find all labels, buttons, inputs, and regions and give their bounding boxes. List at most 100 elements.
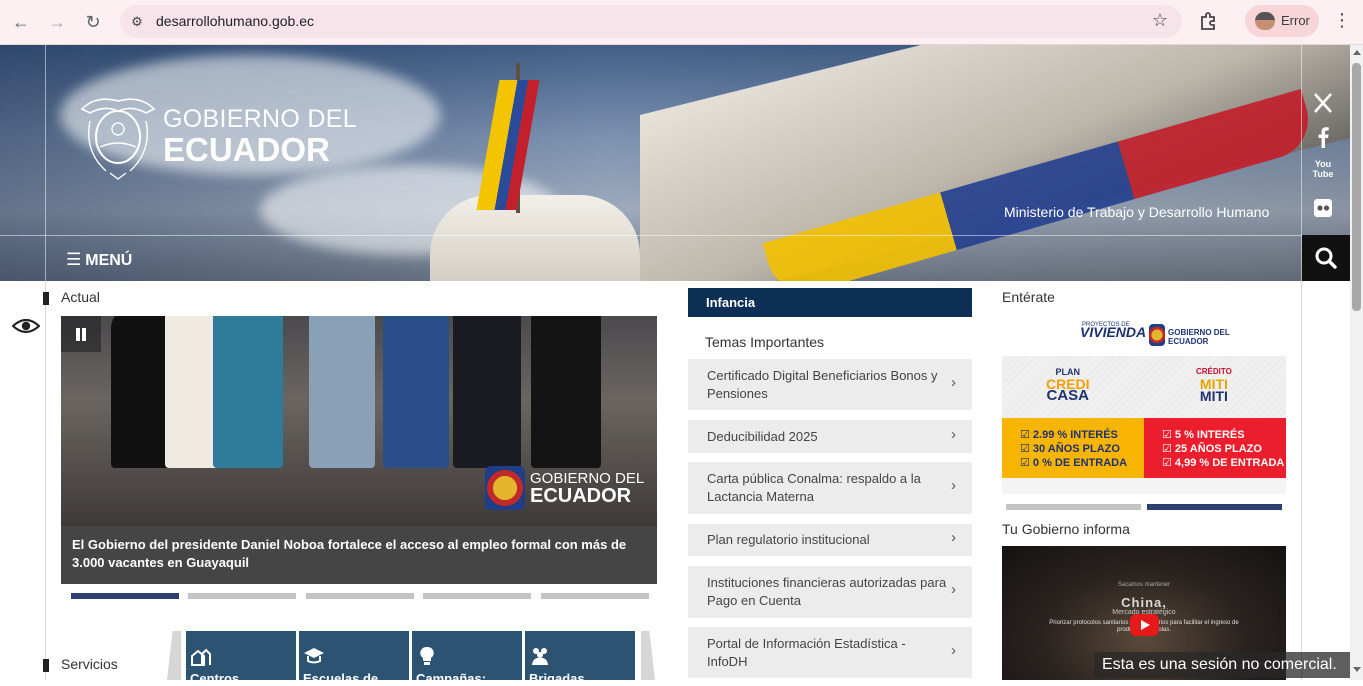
carousel-dot[interactable] [71,593,179,599]
services-next-arrow[interactable] [641,631,655,680]
photo-person [111,316,171,468]
plan-credicasa-logo: PLAN CREDI CASA [1046,366,1090,404]
avatar [1255,12,1275,30]
scroll-up-arrow-icon[interactable] [1353,50,1361,55]
term-line: ☑ 0 % DE ENTRADA [1020,457,1128,469]
service-centros[interactable]: Centros [186,631,296,686]
section-marker [43,292,49,305]
service-escuelas[interactable]: Escuelas de [299,631,409,686]
accessibility-eye-icon[interactable] [12,316,40,336]
topic-item[interactable]: Portal de Información Estadística - Info… [688,627,972,678]
carousel-dot[interactable] [188,593,296,599]
vivienda-banner[interactable]: PROYECTOS DE VIVIENDA GOBIERNO DEL ECUAD… [1002,318,1286,494]
service-label: Campañas: [416,671,487,686]
service-label: Brigadas [529,671,585,686]
banner-dot[interactable] [1147,504,1282,510]
url-text[interactable]: desarrollohumano.gob.ec [156,13,314,29]
chevron-right-icon: › [951,529,956,547]
site-header: GOBIERNO DEL ECUADOR Ministerio de Traba… [0,45,1350,281]
service-campanas[interactable]: Campañas: [412,631,522,686]
facebook-icon[interactable] [1310,125,1336,149]
banner-dot[interactable] [1006,504,1141,510]
flickr-icon[interactable] [1310,196,1336,220]
site-settings-icon[interactable]: ⚙ [128,13,146,31]
people-icon [532,648,548,665]
main-menu-button[interactable]: ☰ MENÚ [66,250,132,270]
slide-logo-bottom: ECUADOR [530,485,632,507]
page-scrollbar[interactable] [1350,45,1363,680]
video-top-text: Sacamos mantener [1117,582,1171,588]
topic-label: Instituciones financieras autorizadas pa… [707,575,947,608]
casa-word: CASA [1046,387,1090,404]
topic-label: Carta pública Conalma: respaldo a la Lac… [707,471,921,504]
browser-toolbar: ← → ↻ ⚙ desarrollohumano.gob.ec ☆ Error … [0,0,1363,45]
slide-seal-icon [485,466,525,510]
graduation-cap-icon [304,648,324,664]
tab-infancia[interactable]: Infancia [688,288,972,317]
carousel-dot[interactable] [541,593,649,599]
services-carousel: Centros Escuelas de Campañas: Brigadas [167,631,659,686]
topic-item[interactable]: Plan regulatorio institucional › [688,524,972,556]
photo-person [309,316,375,468]
chevron-right-icon: › [951,581,956,599]
carousel-dot[interactable] [423,593,531,599]
scroll-down-arrow-icon[interactable] [1353,667,1361,672]
topic-label: Plan regulatorio institucional [707,532,870,547]
services-prev-arrow[interactable] [167,631,181,680]
photo-person [213,316,283,468]
banner-background [1002,356,1286,418]
service-brigadas[interactable]: Brigadas [525,631,635,686]
service-label: Escuelas de [303,671,379,686]
tu-gobierno-heading: Tu Gobierno informa [1002,521,1130,537]
youtube-play-icon[interactable] [1130,614,1159,636]
profile-button[interactable]: Error [1245,5,1319,37]
logo-text-bottom[interactable]: ECUADOR [163,131,330,169]
section-marker [43,659,49,672]
reload-icon[interactable]: ↻ [81,10,105,34]
header-divider [45,45,46,281]
mitimiti-terms: ☑ 5 % INTERÉS ☑ 25 AÑOS PLAZO ☑ 4,99 % D… [1144,418,1286,478]
term-line: ☑ 2.99 % INTERÉS [1020,429,1118,441]
enterate-heading: Entérate [1002,289,1055,305]
chevron-right-icon: › [951,425,956,443]
topic-item[interactable]: Certificado Digital Beneficiarios Bonos … [688,359,972,410]
header-divider [0,235,1350,236]
photo-person [453,316,521,468]
actual-heading: Actual [61,289,100,305]
column-guide [1301,281,1302,680]
term-line: ☑ 30 AÑOS PLAZO [1020,443,1120,455]
term-line: ☑ 25 AÑOS PLAZO [1162,443,1262,455]
term-line: ☑ 4,99 % DE ENTRADA [1162,457,1285,469]
servicios-heading: Servicios [61,656,118,672]
kebab-menu-icon[interactable]: ⋮ [1333,10,1351,31]
search-button[interactable] [1302,235,1350,281]
back-arrow-icon[interactable]: ← [9,10,33,34]
logo-text-top[interactable]: GOBIERNO DEL [163,105,357,134]
extensions-puzzle-icon[interactable] [1198,10,1220,32]
carousel-dot[interactable] [306,593,414,599]
topic-item[interactable]: Deducibilidad 2025 › [688,420,972,453]
bookmark-star-icon[interactable]: ☆ [1152,10,1168,31]
chevron-right-icon: › [951,373,956,391]
column-guide [45,281,46,680]
pause-icon[interactable] [61,316,101,352]
credicasa-terms: ☑ 2.99 % INTERÉS ☑ 30 AÑOS PLAZO ☑ 0 % D… [1002,418,1144,478]
news-carousel[interactable]: GOBIERNO DEL ECUADOR El Gobierno del pre… [61,316,657,584]
forward-arrow-icon[interactable]: → [45,10,69,34]
news-caption[interactable]: El Gobierno del presidente Daniel Noboa … [61,526,657,584]
lightbulb-icon [420,646,434,665]
temas-heading: Temas Importantes [705,334,825,350]
chevron-right-icon: › [951,641,956,659]
scroll-thumb[interactable] [1352,63,1361,311]
photo-person [531,316,601,468]
address-bar[interactable]: ⚙ desarrollohumano.gob.ec ☆ [120,5,1182,38]
topic-item[interactable]: Carta pública Conalma: respaldo a la Lac… [688,462,972,514]
topic-item[interactable]: Instituciones financieras autorizadas pa… [688,566,972,618]
buildings-icon [191,648,211,666]
ecuador-coat-of-arms-icon[interactable] [76,91,160,181]
x-icon[interactable] [1310,91,1336,115]
topic-label: Deducibilidad 2025 [707,428,818,444]
youtube-icon[interactable]: You Tube [1310,159,1336,183]
banner-seal-icon [1149,324,1165,346]
tower-image [430,195,640,281]
